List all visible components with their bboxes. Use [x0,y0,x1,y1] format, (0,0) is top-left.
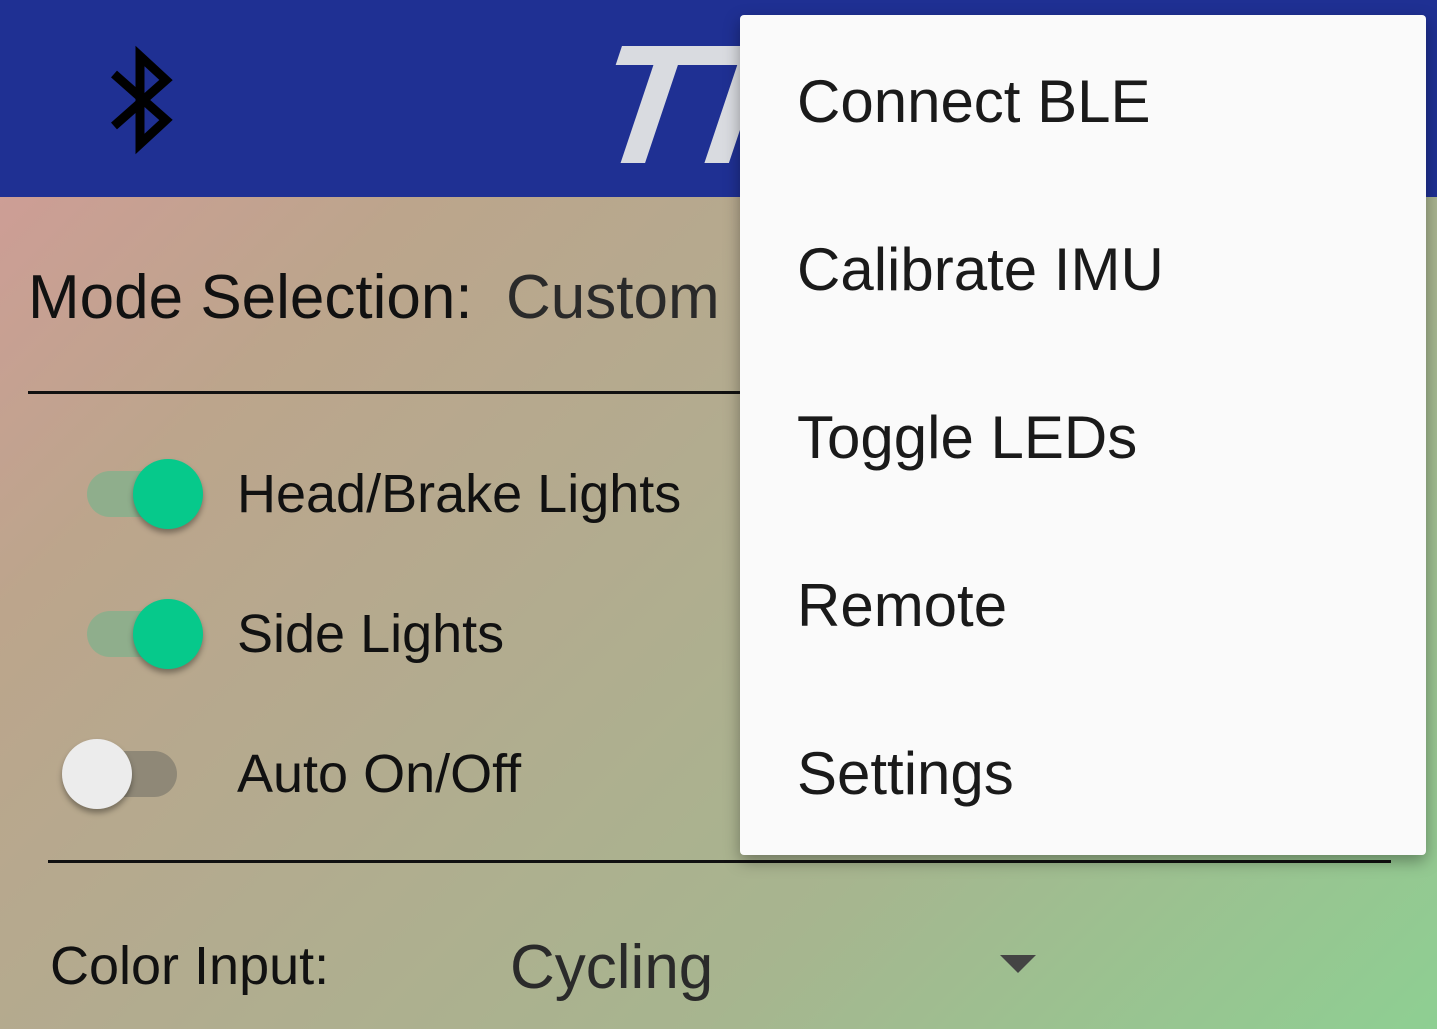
bluetooth-icon[interactable] [104,42,176,158]
switch-row-head-brake-lights[interactable]: Head/Brake Lights [0,455,740,535]
switch-thumb[interactable] [133,459,203,529]
menu-item-toggle-leds[interactable]: Toggle LEDs [740,351,1426,519]
menu-item-label: Calibrate IMU [797,236,1164,303]
switch-label-side-lights: Side Lights [237,604,505,664]
switch-row-auto-on-off[interactable]: Auto On/Off [0,735,740,815]
switch-label-auto-on-off: Auto On/Off [237,744,522,804]
switch-label-head-brake-lights: Head/Brake Lights [237,464,682,524]
switch-thumb[interactable] [62,739,132,809]
divider [28,391,748,394]
menu-item-settings[interactable]: Settings [740,687,1426,855]
switch-thumb[interactable] [133,599,203,669]
dropdown-arrow-icon[interactable] [1000,955,1036,973]
menu-item-calibrate-imu[interactable]: Calibrate IMU [740,183,1426,351]
switch-row-side-lights[interactable]: Side Lights [0,595,740,675]
mode-selection-value[interactable]: Custom [506,262,720,333]
overflow-menu: Connect BLE Calibrate IMU Toggle LEDs Re… [740,15,1426,855]
menu-item-label: Remote [797,572,1008,639]
divider [48,860,1391,863]
menu-item-label: Toggle LEDs [797,404,1138,471]
color-input-dropdown-value[interactable]: Cycling [510,932,713,1003]
menu-item-connect-ble[interactable]: Connect BLE [740,15,1426,183]
menu-item-label: Connect BLE [797,68,1151,135]
menu-item-label: Settings [797,740,1014,807]
color-input-label: Color Input: [50,936,330,996]
mode-selection-label: Mode Selection: [28,263,473,332]
menu-item-remote[interactable]: Remote [740,519,1426,687]
